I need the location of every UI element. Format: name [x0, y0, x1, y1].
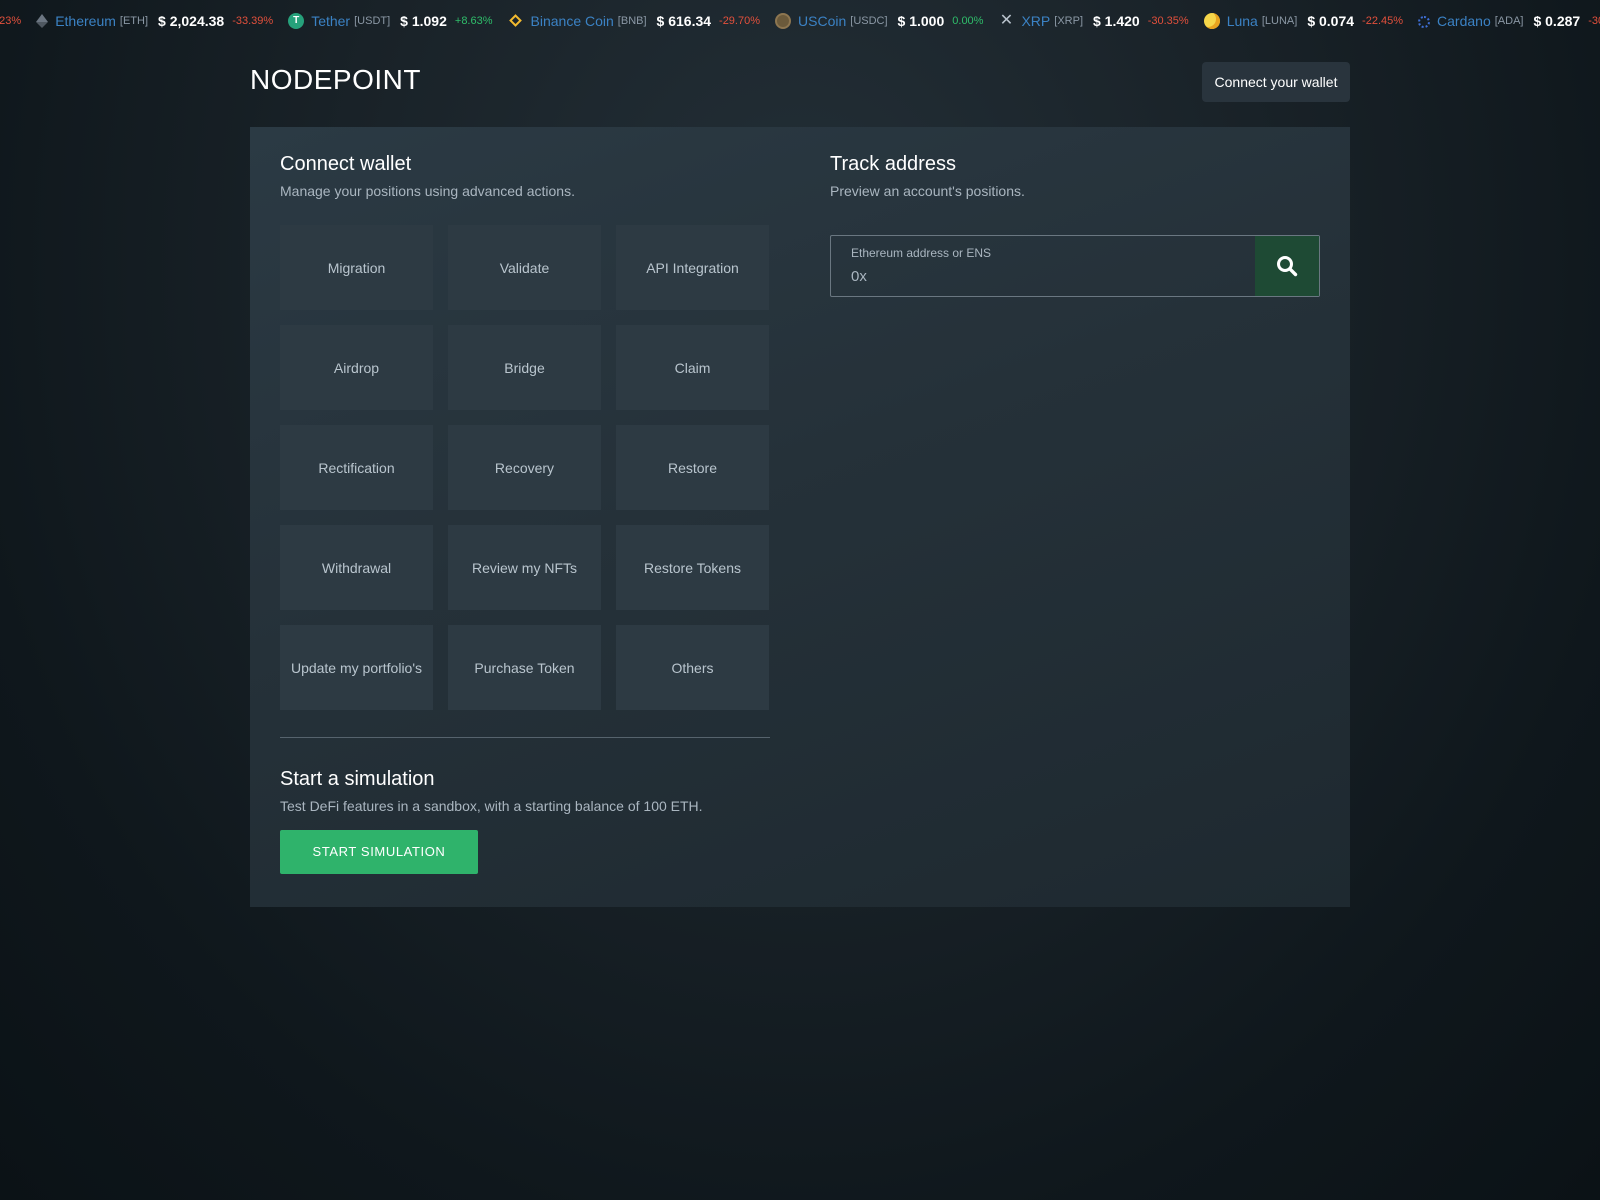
- cardano-icon: [1418, 16, 1431, 28]
- ticker-change: -29.70%: [719, 15, 761, 27]
- connect-wallet-section: Connect wallet Manage your positions usi…: [280, 151, 770, 874]
- xrp-icon: ✕: [999, 12, 1014, 29]
- binance-coin-icon: [508, 13, 524, 29]
- ticker-price: $ 1.420: [1093, 13, 1140, 29]
- simulation-subtitle: Test DeFi features in a sandbox, with a …: [280, 798, 703, 814]
- action-grid: Migration Validate API Integration Airdrop B…: [280, 225, 770, 710]
- ticker-price: $ 0.074: [1307, 13, 1355, 29]
- connect-wallet-button[interactable]: Connect your wallet: [1202, 62, 1350, 102]
- main-panel: Connect wallet Manage your positions usi…: [250, 127, 1350, 907]
- action-tile-others[interactable]: Others: [616, 625, 769, 710]
- ticker-item[interactable]: Luna [LUNA] $ 0.074 -22.45%: [1203, 12, 1404, 30]
- ticker-price: $ 616.34: [656, 13, 712, 29]
- ticker-name: Luna: [1226, 13, 1258, 29]
- ticker-name: Ethereum: [55, 13, 116, 29]
- ticker-item[interactable]: T Tether [USDT] $ 1.092 +8.63%: [288, 12, 493, 30]
- action-tile-review-my-nfts[interactable]: Review my NFTs: [448, 525, 601, 610]
- action-tile-restore[interactable]: Restore: [616, 425, 769, 510]
- address-input[interactable]: [851, 264, 1231, 288]
- action-tile-claim[interactable]: Claim: [616, 325, 769, 410]
- ticker-price: $ 1.000: [897, 13, 945, 29]
- action-tile-validate[interactable]: Validate: [448, 225, 601, 310]
- ticker-price: $ 1.092: [400, 13, 447, 29]
- ticker-change: -30.35%: [1147, 15, 1189, 27]
- simulation-section: Start a simulation Test DeFi features in…: [280, 766, 770, 874]
- ticker-name: Tether: [311, 13, 351, 29]
- ticker-track: 6.23% Ethereum[ETH] $ 2,024.38 -33.39% T Teth…: [0, 12, 1600, 30]
- ticker-item[interactable]: Binance Coin [BNB] $ 616.34 -29.70%: [508, 12, 761, 30]
- ticker-symbol: [ETH]: [119, 15, 149, 27]
- action-tile-purchase-token[interactable]: Purchase Token: [448, 625, 601, 710]
- action-tile-update-my-portfolio-s[interactable]: Update my portfolio's: [280, 625, 433, 710]
- action-tile-recovery[interactable]: Recovery: [448, 425, 601, 510]
- track-address-section: Track address Preview an account's posit…: [830, 151, 1320, 297]
- ticker-change: -22.45%: [1362, 15, 1404, 27]
- action-tile-bridge[interactable]: Bridge: [448, 325, 601, 410]
- ticker-name: Binance Coin: [530, 13, 614, 29]
- ticker-price: $ 0.287: [1533, 13, 1581, 29]
- ticker-item[interactable]: Ethereum [ETH] $ 2,024.38 -33.39%: [36, 12, 273, 30]
- ticker-symbol: [USDC]: [850, 15, 888, 27]
- ticker-item[interactable]: 6.23%: [0, 12, 21, 30]
- action-tile-api-integration[interactable]: API Integration: [616, 225, 769, 310]
- connect-wallet-subtitle: Manage your positions using advanced act…: [280, 183, 575, 199]
- ticker-change: +8.63%: [454, 15, 493, 27]
- ticker-name: XRP: [1021, 13, 1051, 29]
- action-tile-airdrop[interactable]: Airdrop: [280, 325, 433, 410]
- ticker-symbol: [ADA]: [1494, 15, 1524, 27]
- action-tile-withdrawal[interactable]: Withdrawal: [280, 525, 433, 610]
- ticker-price: $ 2,024.38: [158, 13, 225, 29]
- start-simulation-button[interactable]: START SIMULATION: [280, 830, 478, 874]
- usdcoin-icon: [775, 13, 792, 29]
- track-address-title: Track address: [830, 153, 956, 175]
- action-tile-restore-tokens[interactable]: Restore Tokens: [616, 525, 769, 610]
- ethereum-icon: [36, 13, 49, 29]
- ticker-symbol: [LUNA]: [1261, 15, 1298, 27]
- connect-wallet-title: Connect wallet: [280, 153, 412, 175]
- ticker-change: 6.23%: [0, 15, 22, 27]
- price-ticker: 6.23% Ethereum[ETH] $ 2,024.38 -33.39% T Teth…: [0, 0, 1600, 44]
- section-divider: [280, 737, 770, 738]
- action-tile-migration[interactable]: Migration: [280, 225, 433, 310]
- track-address-subtitle: Preview an account's positions.: [830, 183, 1025, 199]
- ticker-change: 0.00%: [952, 15, 984, 27]
- luna-icon: [1203, 13, 1220, 29]
- ticker-change: -30.9: [1588, 15, 1600, 27]
- address-field-box: Ethereum address or ENS: [830, 235, 1320, 297]
- ticker-symbol: [BNB]: [617, 15, 647, 27]
- ticker-symbol: [USDT]: [354, 15, 391, 27]
- ticker-symbol: [XRP]: [1054, 15, 1083, 27]
- brand-logo[interactable]: NODEPOINT: [250, 64, 421, 96]
- search-icon: [1277, 256, 1298, 277]
- address-field-label: Ethereum address or ENS: [851, 246, 992, 260]
- ticker-item[interactable]: Cardano[ADA] $ 0.287 -30.9: [1418, 12, 1600, 30]
- ticker-name: Cardano: [1437, 13, 1491, 29]
- tether-icon: T: [288, 13, 305, 29]
- search-button[interactable]: [1255, 236, 1319, 296]
- ticker-name: USCoin: [798, 13, 847, 29]
- action-tile-rectification[interactable]: Rectification: [280, 425, 433, 510]
- simulation-title: Start a simulation: [280, 768, 435, 790]
- ticker-item[interactable]: USCoin [USDC] $ 1.000 0.00%: [775, 12, 983, 30]
- ticker-item[interactable]: ✕ XRP [XRP] $ 1.420 -30.35%: [998, 12, 1189, 30]
- ticker-change: -33.39%: [232, 15, 274, 27]
